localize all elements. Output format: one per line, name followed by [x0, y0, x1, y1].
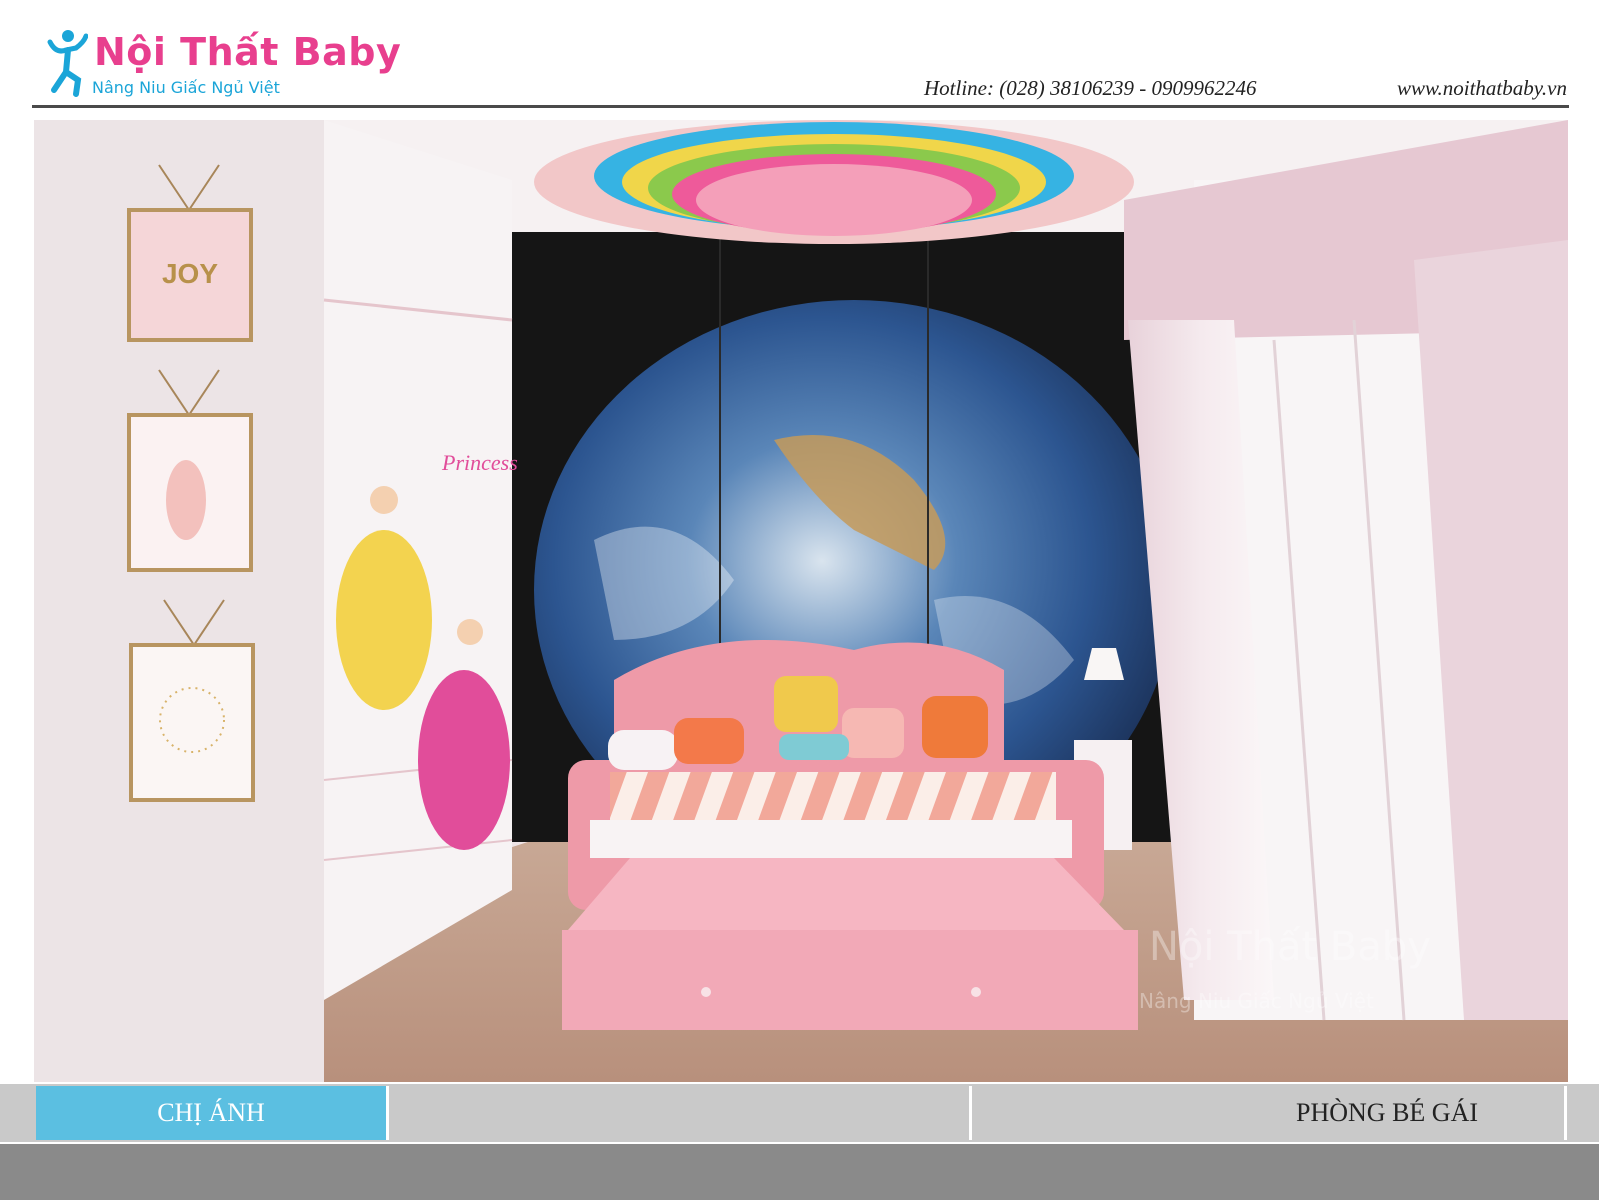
caption-middle-panel — [389, 1086, 969, 1140]
hotline-text: Hotline: (028) 38106239 - 0909962246 — [924, 76, 1257, 100]
bottom-bar — [0, 1144, 1599, 1200]
child-figure-icon — [47, 30, 88, 97]
room-name-tab: PHÒNG BÉ GÁI — [972, 1086, 1564, 1140]
website-link[interactable]: www.noithatbaby.vn — [1397, 76, 1567, 101]
caption-separator — [1564, 1086, 1567, 1140]
brand-logo[interactable]: Nội Thất Baby Nâng Niu Giấc Ngủ Việt — [46, 28, 401, 100]
client-name-tab: CHỊ ÁNH — [36, 1086, 386, 1140]
brand-title: Nội Thất Baby — [94, 30, 402, 74]
room-render-photo: Princess JOY Nội Thất Baby Nâng Niu Giấc… — [34, 120, 1568, 1082]
watermark-tagline: Nâng Niu Giấc Ngủ Việt — [1139, 989, 1374, 1013]
brand-tagline: Nâng Niu Giấc Ngủ Việt — [92, 78, 280, 97]
princess-pink-decal — [418, 670, 510, 850]
room-illustration: Princess JOY Nội Thất Baby Nâng Niu Giấc… — [34, 120, 1568, 1082]
princess-yellow-decal — [336, 530, 432, 710]
watermark-title: Nội Thất Baby — [1149, 924, 1431, 970]
header-divider — [32, 105, 1569, 108]
joy-frame-text: JOY — [162, 258, 218, 289]
princess-decal-text: Princess — [441, 450, 518, 475]
wall-frames: JOY — [127, 164, 255, 802]
page-header: Nội Thất Baby Nâng Niu Giấc Ngủ Việt Hot… — [0, 0, 1599, 108]
